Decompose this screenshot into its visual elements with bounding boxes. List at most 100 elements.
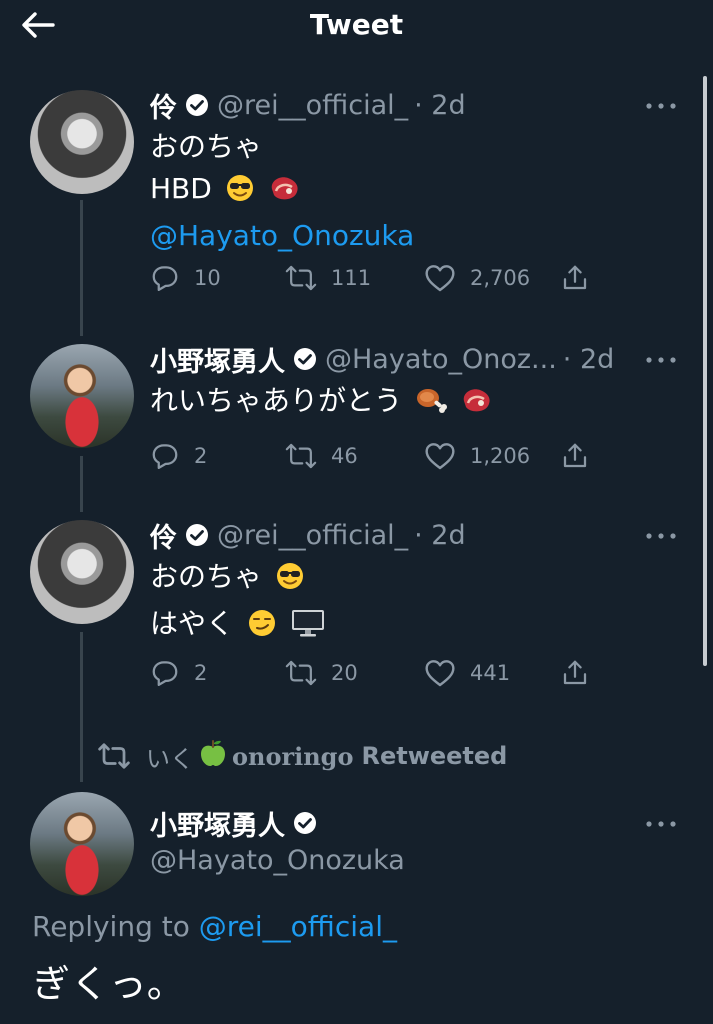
replying-to-label: Replying to bbox=[32, 910, 190, 943]
tweet-text: ぎくっ。 bbox=[32, 962, 185, 1006]
scrollbar[interactable] bbox=[703, 76, 707, 666]
tweet[interactable]: 伶 @rei__official_ · 2d おのちゃ はやく 2 20 441 bbox=[0, 518, 703, 698]
like-button[interactable]: 441 bbox=[424, 656, 510, 690]
retweet-button[interactable]: 111 bbox=[285, 261, 371, 295]
heart-icon bbox=[425, 443, 455, 470]
display-name[interactable]: 小野塚勇人 bbox=[150, 804, 285, 843]
heart-icon bbox=[425, 265, 455, 292]
retweet-icon bbox=[285, 660, 317, 686]
reply-count: 2 bbox=[194, 444, 208, 468]
retweeter-name-prefix: いく bbox=[146, 744, 194, 773]
retweeted-label: Retweeted bbox=[361, 742, 508, 770]
verified-badge-icon bbox=[185, 93, 209, 117]
sunglasses-emoji-icon bbox=[275, 561, 305, 603]
reply-count: 10 bbox=[194, 266, 221, 290]
tweet[interactable]: 小野塚勇人 @Hayato_Onoz... · 2d れいちゃありがとう 2 4… bbox=[0, 342, 703, 482]
user-handle[interactable]: @rei__official_ bbox=[217, 90, 408, 121]
green-apple-emoji-icon bbox=[198, 738, 228, 774]
like-count: 2,706 bbox=[470, 266, 531, 290]
more-options-icon[interactable] bbox=[639, 524, 683, 548]
tweet-header: 小野塚勇人 bbox=[150, 804, 325, 843]
tweet-header: 小野塚勇人 @Hayato_Onoz... · 2d bbox=[150, 340, 614, 379]
tweet-text-line: おのちゃ bbox=[150, 556, 326, 603]
more-options-icon[interactable] bbox=[639, 812, 683, 836]
desktop-computer-emoji-icon bbox=[290, 608, 326, 650]
user-handle[interactable]: @Hayato_Onoz... bbox=[325, 344, 557, 375]
like-button[interactable]: 1,206 bbox=[424, 439, 530, 473]
mention-link[interactable]: @Hayato_Onozuka bbox=[150, 215, 414, 257]
retweet-button[interactable]: 20 bbox=[285, 656, 358, 690]
timestamp[interactable]: · 2d bbox=[414, 90, 465, 121]
reply-button[interactable]: 2 bbox=[150, 439, 207, 473]
tweet-body: れいちゃありがとう bbox=[150, 380, 494, 427]
share-button[interactable] bbox=[560, 261, 604, 295]
more-options-icon[interactable] bbox=[639, 348, 683, 372]
tweet-actions: 2 46 1,206 bbox=[150, 439, 600, 473]
like-count: 1,206 bbox=[470, 444, 531, 468]
display-name[interactable]: 小野塚勇人 bbox=[150, 340, 285, 379]
verified-badge-icon bbox=[185, 523, 209, 547]
retweet-count: 46 bbox=[331, 444, 358, 468]
tweet[interactable]: 伶 @rei__official_ · 2d おのちゃ HBD @Hayato_… bbox=[0, 88, 703, 318]
retweeted-by-banner[interactable]: いく onoringo Retweeted bbox=[96, 738, 507, 774]
avatar[interactable] bbox=[30, 792, 134, 896]
tweet-text-segment: はやく bbox=[150, 607, 235, 640]
verified-badge-icon bbox=[293, 811, 317, 835]
steak-emoji-icon bbox=[268, 173, 302, 215]
tweet-actions: 10 111 2,706 bbox=[150, 261, 600, 295]
tweet-actions: 2 20 441 bbox=[150, 656, 600, 690]
tweet-text-line: おのちゃ bbox=[150, 130, 263, 163]
avatar[interactable] bbox=[30, 520, 134, 624]
tweet-header: 伶 @rei__official_ · 2d bbox=[150, 86, 466, 125]
tweet-body: おのちゃ はやく bbox=[150, 556, 326, 650]
reply-icon bbox=[152, 444, 178, 469]
replying-to-line: Replying to @rei__official_ bbox=[32, 910, 397, 943]
replying-to-mention[interactable]: @rei__official_ bbox=[199, 910, 397, 943]
retweet-icon bbox=[98, 743, 130, 769]
tweet-text-segment: おのちゃ bbox=[150, 560, 263, 593]
share-icon bbox=[563, 660, 587, 685]
meat-on-bone-emoji-icon bbox=[415, 385, 447, 427]
header-bar: Tweet bbox=[0, 0, 713, 50]
tweet-text-line: HBD bbox=[150, 168, 414, 215]
tweet-header: 伶 @rei__official_ · 2d bbox=[150, 516, 466, 555]
tweet-text-line: れいちゃありがとう bbox=[150, 380, 494, 427]
user-handle[interactable]: @rei__official_ bbox=[217, 520, 408, 551]
reply-icon bbox=[152, 266, 178, 291]
tweet-text-segment: れいちゃありがとう bbox=[150, 384, 403, 417]
timestamp[interactable]: · 2d bbox=[414, 520, 465, 551]
avatar[interactable] bbox=[30, 90, 134, 194]
like-count: 441 bbox=[470, 661, 511, 685]
avatar[interactable] bbox=[30, 344, 134, 448]
smirk-emoji-icon bbox=[247, 608, 277, 650]
share-button[interactable] bbox=[560, 439, 604, 473]
heart-icon bbox=[425, 660, 455, 687]
reply-icon bbox=[152, 661, 178, 686]
retweet-icon bbox=[285, 443, 317, 469]
sunglasses-emoji-icon bbox=[225, 173, 255, 215]
share-icon bbox=[563, 265, 587, 290]
user-handle[interactable]: @Hayato_Onozuka bbox=[150, 845, 405, 876]
reply-count: 2 bbox=[194, 661, 208, 685]
retweet-count: 111 bbox=[331, 266, 372, 290]
more-options-icon[interactable] bbox=[639, 94, 683, 118]
tweet-text-segment: HBD bbox=[150, 172, 212, 205]
reply-button[interactable]: 2 bbox=[150, 656, 207, 690]
retweet-button[interactable]: 46 bbox=[285, 439, 358, 473]
display-name[interactable]: 伶 bbox=[150, 86, 177, 125]
reply-button[interactable]: 10 bbox=[150, 261, 221, 295]
steak-emoji-icon bbox=[460, 385, 494, 427]
share-icon bbox=[563, 443, 587, 468]
retweet-icon bbox=[285, 265, 317, 291]
page-title: Tweet bbox=[309, 8, 404, 41]
like-button[interactable]: 2,706 bbox=[424, 261, 530, 295]
retweeter-name: onoringo bbox=[232, 741, 354, 771]
retweet-count: 20 bbox=[331, 661, 358, 685]
display-name[interactable]: 伶 bbox=[150, 516, 177, 555]
verified-badge-icon bbox=[293, 347, 317, 371]
tweet-text-line: はやく bbox=[150, 603, 326, 650]
tweet-body: おのちゃ HBD @Hayato_Onozuka bbox=[150, 126, 414, 257]
share-button[interactable] bbox=[560, 656, 604, 690]
timestamp[interactable]: · 2d bbox=[563, 344, 614, 375]
tweet-thread-page: Tweet 伶 @rei__official_ · 2d おのちゃ HBD @H… bbox=[0, 0, 713, 1024]
